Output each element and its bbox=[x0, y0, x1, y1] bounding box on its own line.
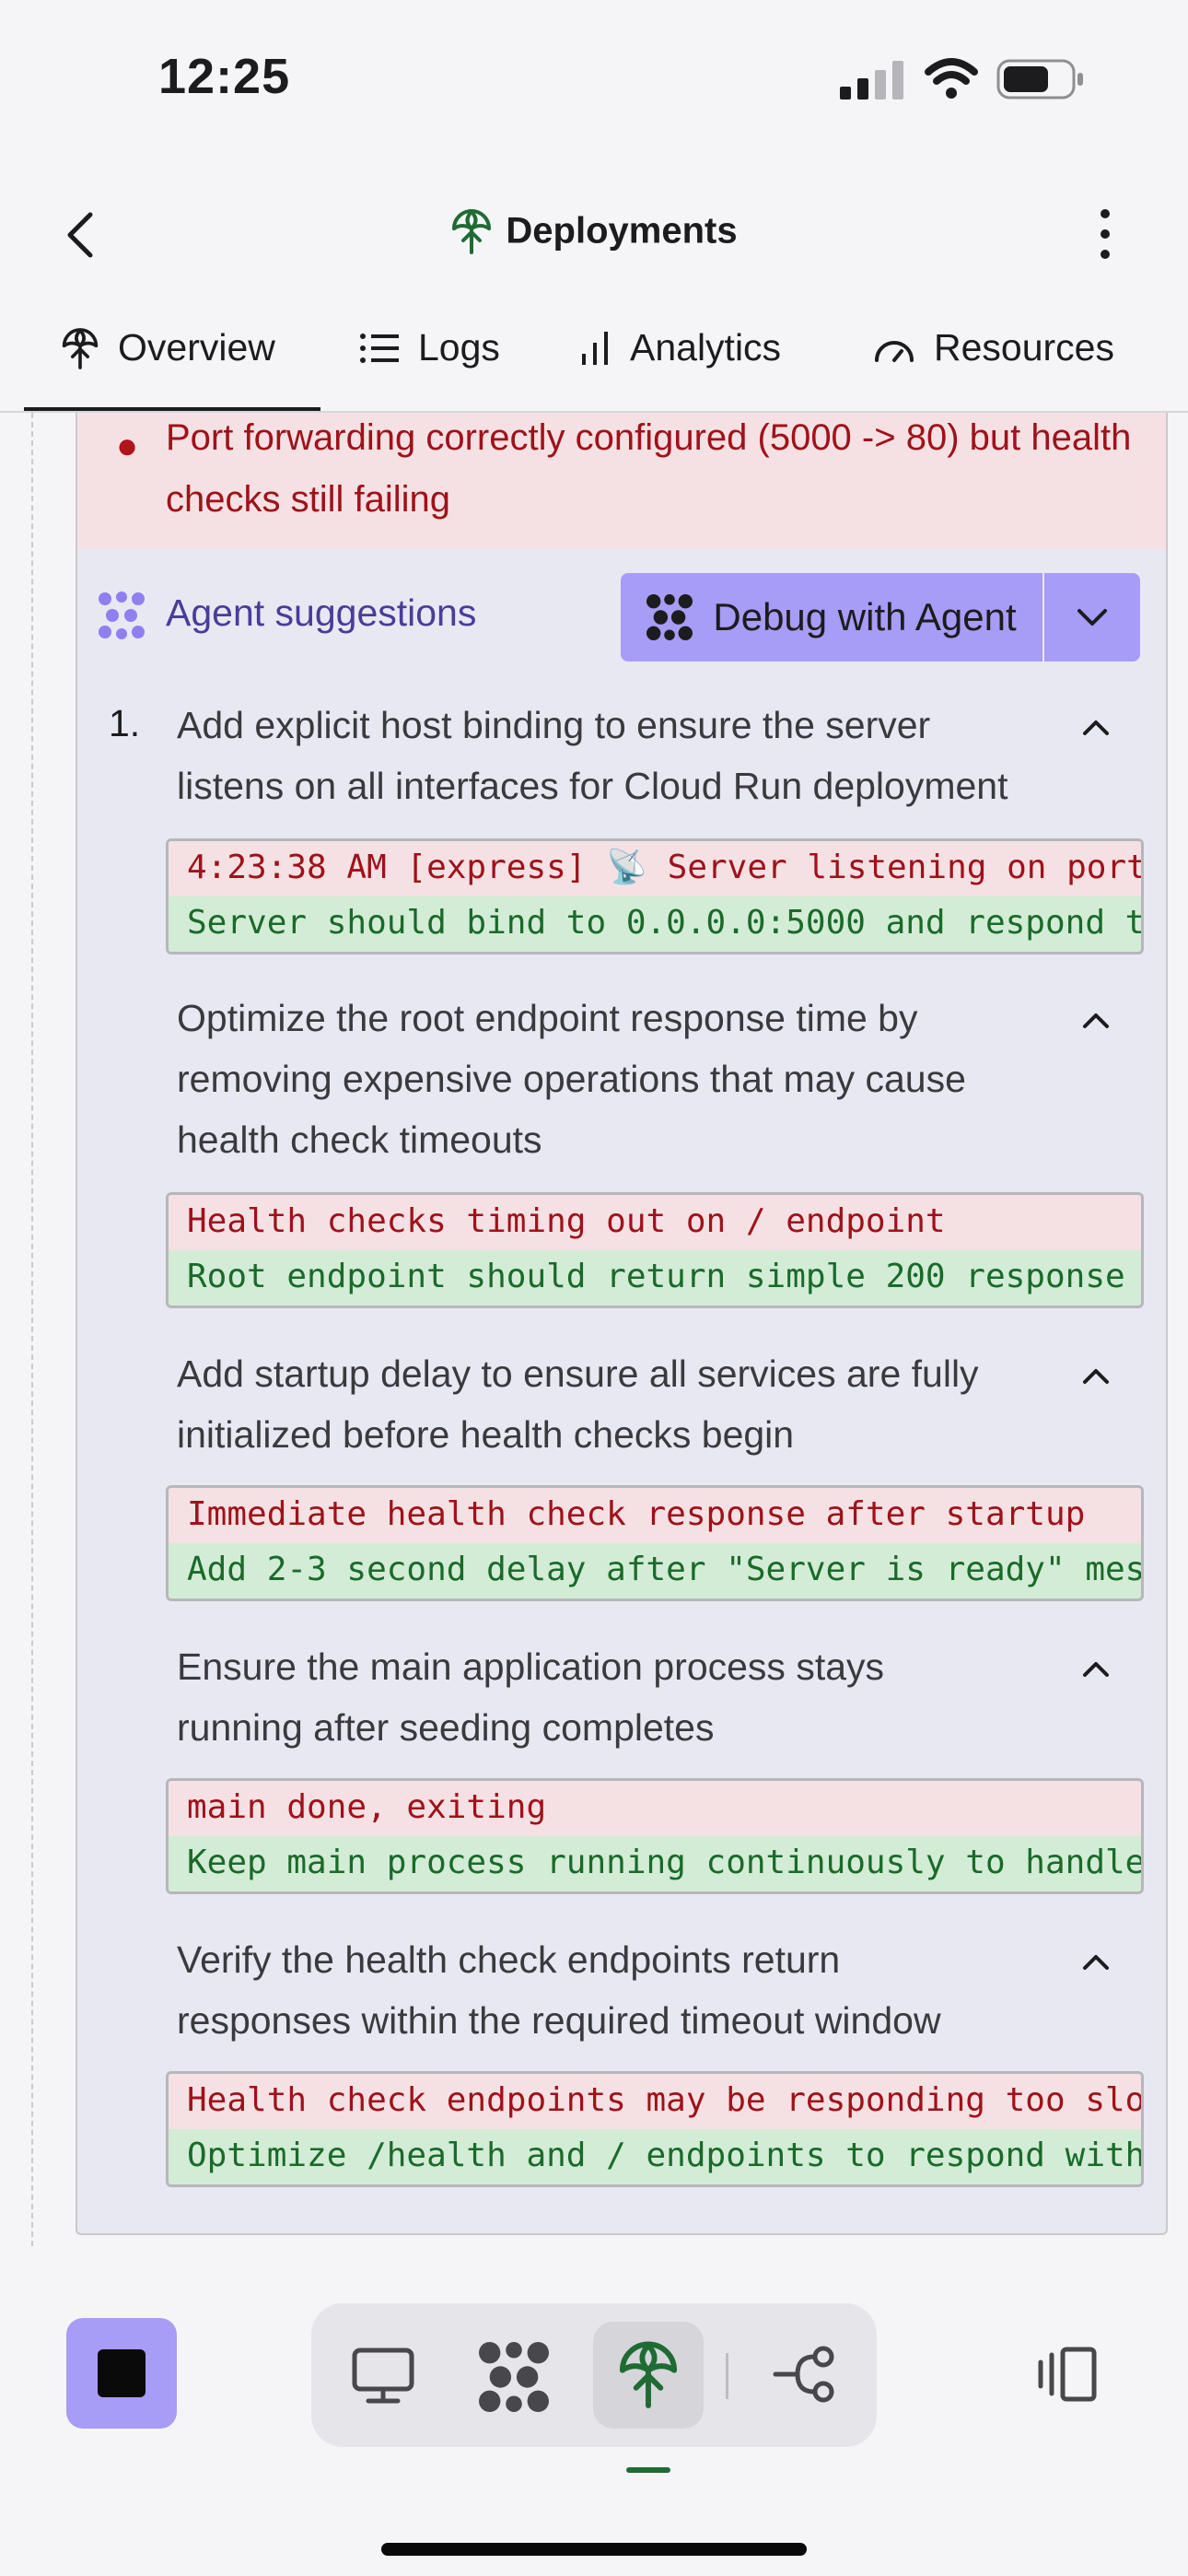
chevron-up-icon[interactable] bbox=[1079, 1010, 1112, 1032]
battery-icon bbox=[996, 59, 1083, 100]
switch-layout-icon[interactable] bbox=[1035, 2346, 1098, 2403]
code-old-line: Health check endpoints may be responding… bbox=[169, 2074, 1141, 2129]
timeline-line bbox=[31, 413, 33, 2246]
agent-suggestions-label: Agent suggestions bbox=[166, 591, 477, 634]
more-options-icon[interactable] bbox=[1087, 205, 1124, 263]
code-old-line: Health checks timing out on / endpoint bbox=[169, 1195, 1141, 1250]
error-bullet: ● bbox=[116, 426, 139, 466]
error-text: Port forwarding correctly configured (50… bbox=[166, 417, 1132, 520]
code-new-line: Keep main process running continuously t… bbox=[169, 1836, 1141, 1891]
status-time: 12:25 bbox=[158, 49, 291, 104]
tab-resources[interactable]: Resources bbox=[873, 326, 1114, 369]
suggestion-number: 1. bbox=[109, 702, 141, 744]
cellular-signal-icon bbox=[840, 61, 903, 100]
dock-separator bbox=[726, 2353, 728, 2399]
debug-options-dropdown[interactable] bbox=[1044, 573, 1140, 662]
code-diff: Immediate health check response after st… bbox=[166, 1485, 1144, 1601]
chevron-up-icon[interactable] bbox=[1079, 1951, 1112, 1973]
bar-chart-icon bbox=[582, 331, 608, 365]
chevron-up-icon[interactable] bbox=[1079, 1658, 1112, 1680]
home-indicator bbox=[381, 2543, 807, 2556]
debug-with-agent-button[interactable]: Debug with Agent bbox=[621, 573, 1042, 662]
debug-with-agent-label: Debug with Agent bbox=[713, 595, 1017, 638]
git-branch-icon[interactable] bbox=[772, 2344, 838, 2405]
suggestion-text: Optimize the root endpoint response time… bbox=[177, 997, 966, 1161]
code-diff: 4:23:38 AM [express] 📡 Server listening … bbox=[166, 838, 1144, 954]
stop-icon bbox=[98, 2349, 146, 2397]
page-title: Deployments bbox=[0, 208, 1188, 254]
deployments-icon bbox=[452, 209, 492, 254]
code-new-line: Optimize /health and / endpoints to resp… bbox=[169, 2129, 1141, 2184]
tab-resources-label: Resources bbox=[934, 326, 1114, 369]
code-old-line: main done, exiting bbox=[169, 1781, 1141, 1836]
tab-logs-label: Logs bbox=[418, 326, 500, 369]
page-title-text: Deployments bbox=[506, 210, 738, 252]
stop-button[interactable] bbox=[66, 2318, 177, 2429]
deployments-icon[interactable] bbox=[617, 2340, 680, 2408]
code-diff: Health check endpoints may be responding… bbox=[166, 2071, 1144, 2187]
agent-icon[interactable] bbox=[479, 2342, 549, 2412]
agent-icon bbox=[99, 591, 145, 639]
tab-analytics[interactable]: Analytics bbox=[580, 326, 781, 369]
overview-icon bbox=[62, 327, 99, 369]
tab-overview-label: Overview bbox=[118, 326, 275, 369]
chevron-up-icon[interactable] bbox=[1079, 717, 1112, 739]
chevron-down-icon bbox=[1077, 609, 1107, 626]
code-new-line: Root endpoint should return simple 200 r… bbox=[169, 1250, 1141, 1306]
preview-monitor-icon[interactable] bbox=[352, 2348, 414, 2405]
code-new-line: Server should bind to 0.0.0.0:5000 and r… bbox=[169, 896, 1141, 952]
chevron-up-icon[interactable] bbox=[1079, 1365, 1112, 1388]
tab-logs[interactable]: Logs bbox=[359, 326, 500, 369]
code-old-line: 4:23:38 AM [express] 📡 Server listening … bbox=[169, 841, 1141, 896]
code-new-line: Add 2-3 second delay after "Server is re… bbox=[169, 1543, 1141, 1598]
dock-active-indicator bbox=[626, 2467, 670, 2473]
gauge-icon bbox=[875, 340, 914, 362]
code-old-line: Immediate health check response after st… bbox=[169, 1488, 1141, 1543]
agent-icon bbox=[646, 594, 693, 640]
code-diff: Health checks timing out on / endpoint R… bbox=[166, 1192, 1144, 1308]
tab-analytics-label: Analytics bbox=[630, 326, 782, 369]
list-icon bbox=[360, 333, 399, 363]
suggestion-text: Verify the health check endpoints return… bbox=[177, 1938, 941, 2042]
tab-overview[interactable]: Overview bbox=[61, 326, 275, 369]
wifi-icon bbox=[925, 58, 978, 99]
suggestion-text: Add startup delay to ensure all services… bbox=[177, 1352, 979, 1456]
suggestion-text: Ensure the main application process stay… bbox=[177, 1645, 885, 1749]
suggestion-text: Add explicit host binding to ensure the … bbox=[177, 704, 1008, 807]
code-diff: main done, exiting Keep main process run… bbox=[166, 1778, 1144, 1894]
